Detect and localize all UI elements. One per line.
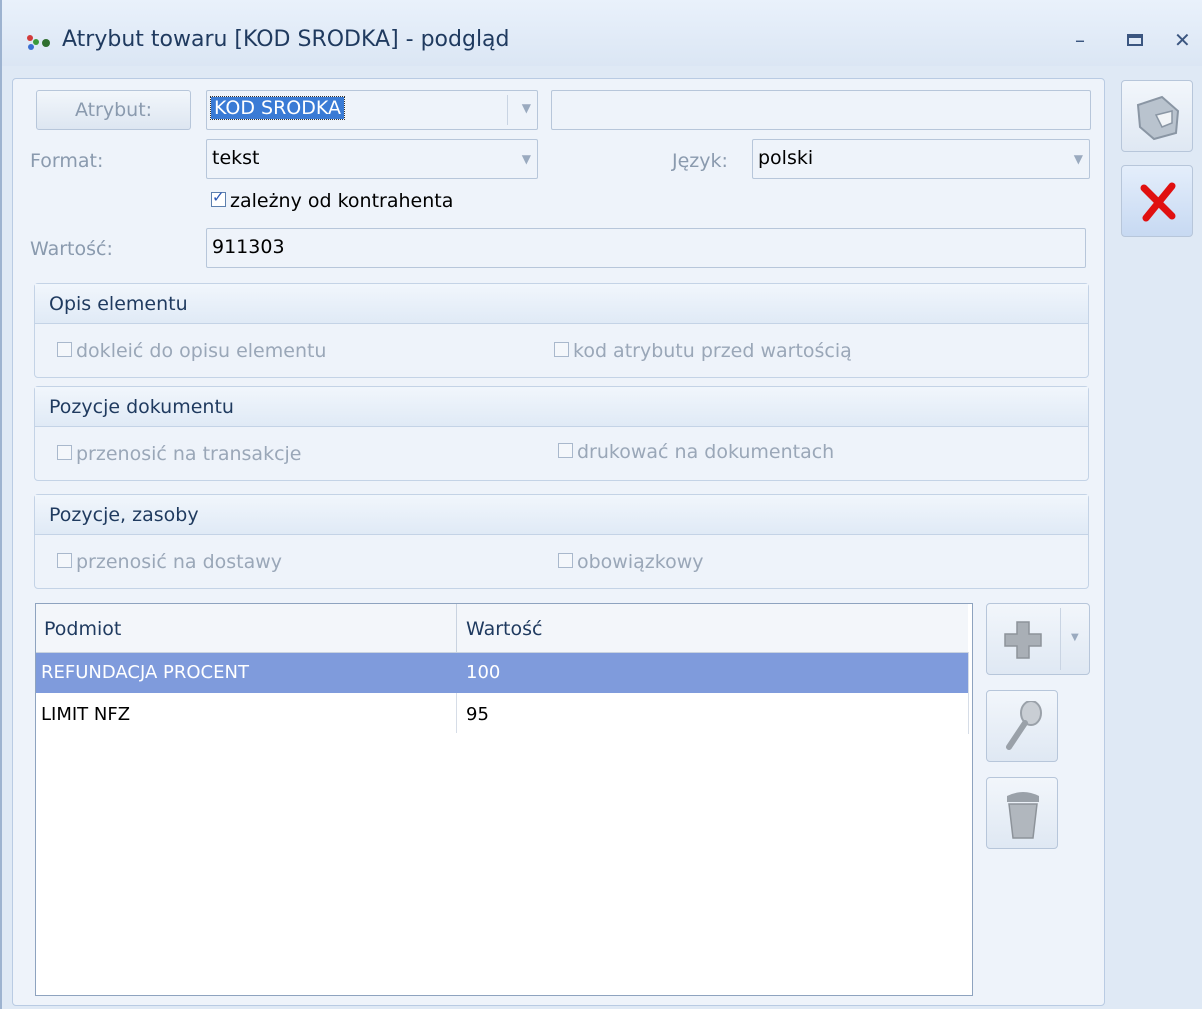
dialog-window: Atrybut towaru [KOD SRODKA] - podgląd – …: [0, 0, 1202, 1009]
checkbox-label: dokleić do opisu elementu: [76, 340, 327, 362]
dependent-checkbox[interactable]: zależny od kontrahenta: [211, 188, 454, 212]
format-label: Format:: [30, 150, 104, 172]
cancel-icon: [1138, 182, 1178, 226]
checkbox-label: kod atrybutu przed wartością: [573, 340, 852, 362]
checkbox-label: obowiązkowy: [577, 551, 704, 573]
cancel-button[interactable]: [1121, 165, 1193, 237]
dropdown-arrow-icon[interactable]: ▼: [1071, 632, 1079, 643]
data-grid[interactable]: Podmiot Wartość REFUNDACJA PROCENT 100 L…: [35, 603, 973, 996]
close-icon[interactable]: ✕: [1174, 28, 1191, 52]
save-icon: [1132, 91, 1184, 147]
checkbox-przenosic-dostawy[interactable]: przenosić na dostawy: [57, 551, 282, 573]
table-row[interactable]: LIMIT NFZ 95: [36, 695, 968, 735]
maximize-icon[interactable]: [1127, 28, 1143, 52]
format-value: tekst: [212, 147, 260, 169]
save-button[interactable]: [1121, 80, 1193, 152]
value-text: 911303: [212, 236, 285, 258]
cell-podmiot: REFUNDACJA PROCENT: [41, 662, 249, 683]
checkbox-obowiazkowy[interactable]: obowiązkowy: [558, 551, 703, 573]
value-field[interactable]: 911303: [206, 228, 1086, 268]
group-pozycje-zasoby: Pozycje, zasoby przenosić na dostawy obo…: [34, 494, 1089, 589]
dependent-label: zależny od kontrahenta: [230, 190, 454, 212]
group-title: Pozycje, zasoby: [35, 495, 1088, 535]
checkbox-kod-atrybutu[interactable]: kod atrybutu przed wartością: [554, 340, 852, 362]
table-row[interactable]: REFUNDACJA PROCENT 100: [36, 653, 968, 693]
minimize-icon[interactable]: –: [1075, 28, 1085, 52]
attribute-extra-field[interactable]: [551, 90, 1091, 130]
add-button[interactable]: ▼: [986, 603, 1090, 675]
checkbox-checked-icon: [211, 188, 226, 207]
language-combo[interactable]: polski ▼: [752, 139, 1090, 179]
checkbox-drukowac[interactable]: drukować na dokumentach: [558, 441, 834, 463]
checkbox-icon: [57, 553, 72, 568]
view-icon: [1001, 700, 1045, 757]
checkbox-icon: [554, 342, 569, 357]
checkbox-icon: [57, 342, 72, 357]
add-icon: [1001, 618, 1045, 666]
view-button[interactable]: [986, 690, 1058, 762]
language-value: polski: [758, 147, 814, 169]
grid-header: Podmiot Wartość: [36, 604, 968, 653]
cell-podmiot: LIMIT NFZ: [41, 704, 131, 725]
app-icon: [26, 34, 58, 56]
checkbox-przenosic-transakcje[interactable]: przenosić na transakcje: [57, 443, 302, 465]
format-combo[interactable]: tekst ▼: [206, 139, 538, 179]
checkbox-label: przenosić na transakcje: [76, 443, 302, 465]
checkbox-icon: [57, 445, 72, 460]
cell-wartosc: 100: [466, 662, 501, 683]
attribute-value: KOD SRODKA: [209, 96, 346, 120]
column-header-wartosc[interactable]: Wartość: [466, 618, 542, 640]
cell-wartosc: 95: [466, 704, 489, 725]
dropdown-arrow-icon: ▼: [521, 152, 531, 166]
checkbox-label: drukować na dokumentach: [577, 441, 835, 463]
delete-button[interactable]: [986, 777, 1058, 849]
attribute-combo[interactable]: KOD SRODKA ▼: [206, 90, 538, 130]
group-title: Pozycje dokumentu: [35, 387, 1088, 427]
dropdown-arrow-icon: ▼: [521, 101, 531, 115]
column-divider: [456, 693, 457, 733]
checkbox-icon: [558, 443, 573, 458]
group-opis-elementu: Opis elementu dokleić do opisu elementu …: [34, 283, 1089, 378]
value-label: Wartość:: [30, 238, 113, 260]
window-title: Atrybut towaru [KOD SRODKA] - podgląd: [62, 27, 510, 52]
checkbox-icon: [558, 553, 573, 568]
title-bar: Atrybut towaru [KOD SRODKA] - podgląd – …: [2, 0, 1202, 66]
group-title: Opis elementu: [35, 284, 1088, 324]
grid-edge: [968, 652, 969, 734]
dropdown-arrow-icon: ▼: [1073, 152, 1083, 166]
delete-icon: [1003, 788, 1043, 846]
attribute-button[interactable]: Atrybut:: [36, 90, 191, 130]
language-label: Język:: [672, 150, 728, 172]
checkbox-label: przenosić na dostawy: [76, 551, 283, 573]
checkbox-dokleic[interactable]: dokleić do opisu elementu: [57, 340, 326, 362]
group-pozycje-dokumentu: Pozycje dokumentu przenosić na transakcj…: [34, 386, 1089, 481]
column-header-podmiot[interactable]: Podmiot: [44, 618, 121, 640]
